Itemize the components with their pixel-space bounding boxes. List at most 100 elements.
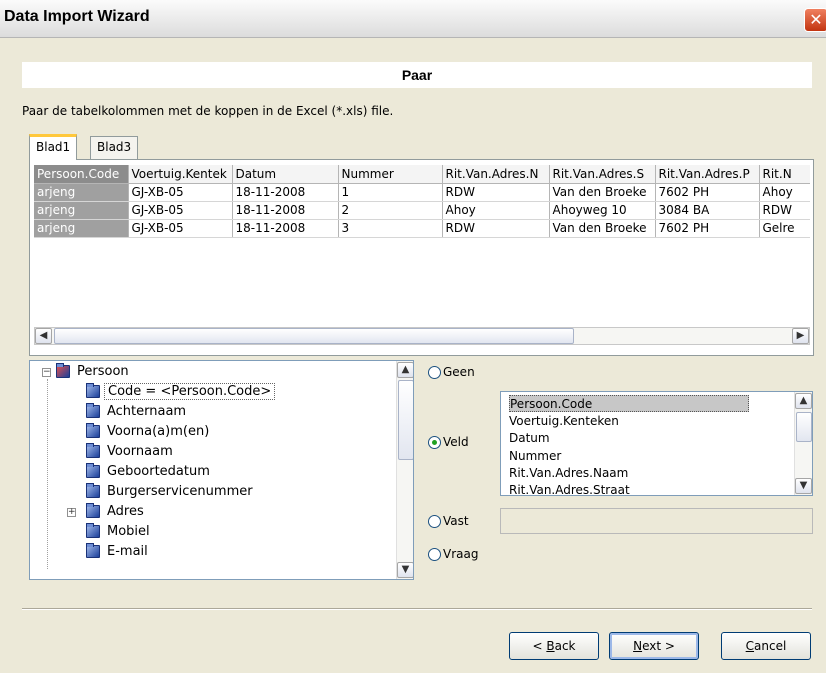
scroll-down-icon[interactable]: ▼	[795, 478, 812, 494]
fixed-value-input[interactable]	[500, 508, 813, 534]
grid-cell[interactable]: 18-11-2008	[232, 183, 339, 202]
scrollbar-thumb[interactable]	[796, 412, 812, 442]
grid-column-header[interactable]: Voertuig.Kentek	[128, 165, 233, 184]
wizard-window: Data Import Wizard ✕ Paar Paar de tabelk…	[0, 0, 826, 673]
tree-node[interactable]: Voornaam	[86, 442, 176, 462]
folder-icon	[86, 423, 100, 438]
sheet-panel: Persoon.Code Voertuig.Kentek Datum Numme…	[29, 159, 814, 356]
grid-horizontal-scrollbar[interactable]: ◀ ▶	[34, 327, 810, 345]
grid-cell[interactable]: RDW	[442, 219, 550, 238]
folder-icon	[86, 483, 100, 498]
radio-vraag[interactable]: Vraag	[428, 546, 478, 562]
radio-circle-icon	[428, 548, 441, 561]
grid-cell[interactable]: GJ-XB-05	[128, 219, 233, 238]
folder-icon	[86, 523, 100, 538]
grid-cell[interactable]: Van den Broeke	[549, 183, 656, 202]
field-listbox[interactable]: Persoon.Code Voertuig.Kenteken Datum Num…	[500, 391, 813, 496]
tree-node[interactable]: E-mail	[86, 542, 151, 562]
tree-node[interactable]: Code = <Persoon.Code>	[86, 382, 276, 402]
tree-node[interactable]: Geboortedatum	[86, 462, 213, 482]
step-description: Paar de tabelkolommen met de koppen in d…	[22, 104, 394, 118]
grid-cell[interactable]: 18-11-2008	[232, 201, 339, 220]
grid-cell[interactable]: 3	[338, 219, 443, 238]
scroll-right-icon[interactable]: ▶	[792, 328, 809, 344]
list-item[interactable]: Datum	[509, 430, 550, 447]
tree-node[interactable]: Adres	[86, 502, 147, 522]
scroll-left-icon[interactable]: ◀	[35, 328, 52, 344]
scroll-down-icon[interactable]: ▼	[397, 562, 413, 578]
table-row: arjeng GJ-XB-05 18-11-2008 1 RDW Van den…	[34, 183, 810, 202]
grid-cell[interactable]: 1	[338, 183, 443, 202]
list-item[interactable]: Rit.Van.Adres.Straat	[509, 482, 630, 495]
list-item[interactable]: Nummer	[509, 448, 561, 465]
grid-cell[interactable]: Ahoy	[442, 201, 550, 220]
grid-cell[interactable]: 18-11-2008	[232, 219, 339, 238]
radio-vast[interactable]: Vast	[428, 513, 469, 529]
list-item[interactable]: Persoon.Code	[509, 395, 749, 412]
back-button[interactable]: < Back	[509, 632, 599, 660]
radio-geen[interactable]: Geen	[428, 364, 475, 380]
grid-cell[interactable]: Ahoyweg 10	[549, 201, 656, 220]
scroll-up-icon[interactable]: ▲	[397, 362, 413, 378]
list-item[interactable]: Voertuig.Kenteken	[509, 413, 619, 430]
grid-cell[interactable]: RDW	[759, 201, 810, 220]
list-vertical-scrollbar[interactable]: ▲ ▼	[794, 392, 812, 495]
tree-node-persoon[interactable]: Persoon	[56, 362, 132, 382]
folder-icon	[86, 403, 100, 418]
scroll-up-icon[interactable]: ▲	[795, 393, 812, 409]
grid-cell[interactable]: Van den Broeke	[549, 219, 656, 238]
tree-node[interactable]: Burgerservicenummer	[86, 482, 256, 502]
next-button[interactable]: Next >	[609, 632, 699, 660]
title-bar: Data Import Wizard ✕	[0, 0, 826, 38]
tree-node[interactable]: Mobiel	[86, 522, 153, 542]
grid-cell[interactable]: arjeng	[34, 183, 129, 202]
grid-cell[interactable]: Ahoy	[759, 183, 810, 202]
grid-cell[interactable]: arjeng	[34, 219, 129, 238]
folder-icon	[56, 363, 70, 378]
minus-icon[interactable]: −	[42, 368, 51, 377]
scrollbar-thumb[interactable]	[54, 328, 574, 344]
grid-header-row: Persoon.Code Voertuig.Kentek Datum Numme…	[34, 165, 810, 184]
grid-column-header[interactable]: Rit.Van.Adres.P	[655, 165, 760, 184]
tree-node[interactable]: Voorna(a)m(en)	[86, 422, 212, 442]
excel-grid[interactable]: Persoon.Code Voertuig.Kentek Datum Numme…	[34, 165, 810, 325]
grid-cell[interactable]: 2	[338, 201, 443, 220]
grid-cell[interactable]: 7602 PH	[655, 183, 760, 202]
radio-circle-icon	[428, 366, 441, 379]
tab-blad3[interactable]: Blad3	[90, 136, 139, 160]
scrollbar-thumb[interactable]	[398, 380, 413, 460]
entity-tree[interactable]: − Persoon Code = <Persoon.Code> Achterna…	[29, 360, 414, 580]
tab-blad1[interactable]: Blad1	[29, 134, 78, 160]
tree-node[interactable]: Achternaam	[86, 402, 189, 422]
folder-icon	[86, 383, 100, 398]
folder-icon	[86, 443, 100, 458]
grid-column-header[interactable]: Rit.Van.Adres.S	[549, 165, 656, 184]
folder-icon	[86, 503, 100, 518]
table-row: arjeng GJ-XB-05 18-11-2008 3 RDW Van den…	[34, 219, 810, 238]
radio-veld[interactable]: Veld	[428, 434, 469, 450]
list-item[interactable]: Rit.Van.Adres.Naam	[509, 465, 628, 482]
grid-column-header[interactable]: Nummer	[338, 165, 443, 184]
grid-cell[interactable]: RDW	[442, 183, 550, 202]
radio-checked-icon	[428, 436, 441, 449]
grid-cell[interactable]: Gelre	[759, 219, 810, 238]
grid-cell[interactable]: GJ-XB-05	[128, 183, 233, 202]
grid-cell[interactable]: GJ-XB-05	[128, 201, 233, 220]
step-header: Paar	[22, 62, 812, 88]
grid-cell[interactable]: 7602 PH	[655, 219, 760, 238]
grid-column-header[interactable]: Datum	[232, 165, 339, 184]
divider	[22, 608, 812, 610]
cancel-button[interactable]: Cancel	[721, 632, 811, 660]
folder-icon	[86, 543, 100, 558]
tree-vertical-scrollbar[interactable]: ▲ ▼	[396, 361, 413, 579]
radio-circle-icon	[428, 515, 441, 528]
grid-column-header[interactable]: Rit.Van.Adres.N	[442, 165, 550, 184]
plus-icon[interactable]: +	[67, 508, 76, 517]
grid-cell[interactable]: 3084 BA	[655, 201, 760, 220]
grid-column-header[interactable]: Rit.N	[759, 165, 810, 184]
grid-column-header[interactable]: Persoon.Code	[34, 165, 129, 184]
close-icon[interactable]: ✕	[804, 8, 826, 32]
grid-cell[interactable]: arjeng	[34, 201, 129, 220]
tree-line	[47, 379, 48, 569]
folder-icon	[86, 463, 100, 478]
